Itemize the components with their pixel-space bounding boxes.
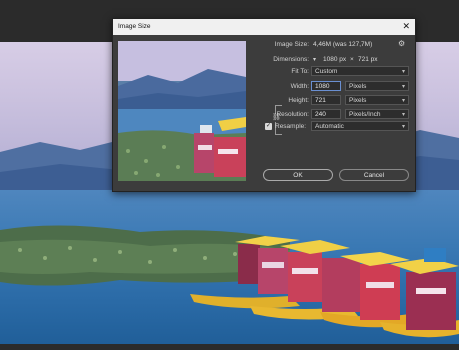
chevron-down-icon: ▾	[401, 124, 405, 130]
resolution-label: Resolution:	[276, 111, 309, 118]
width-input[interactable]: 1080	[311, 81, 341, 91]
chevron-down-icon: ▾	[401, 112, 405, 118]
width-unit-select[interactable]: Pixels ▾	[345, 81, 409, 91]
dimensions-height-value: 721 px	[358, 56, 378, 63]
height-input[interactable]: 721	[311, 95, 341, 105]
image-size-label: Image Size:	[274, 41, 309, 48]
fit-to-value: Custom	[315, 68, 338, 75]
resample-checkbox[interactable]: ✓	[265, 123, 272, 130]
dimensions-width-value: 1080 px	[323, 56, 347, 63]
width-label: Width:	[290, 83, 309, 90]
height-unit-select[interactable]: Pixels ▾	[345, 95, 409, 105]
dialog-title: Image Size	[118, 23, 151, 30]
image-size-value: 4,46M (was 127,7M)	[313, 41, 373, 48]
resample-value: Automatic	[315, 123, 344, 130]
gear-icon[interactable]: ⚙	[398, 39, 405, 48]
ok-button[interactable]: OK	[263, 169, 333, 181]
fit-to-select[interactable]: Custom ▾	[311, 66, 409, 76]
resample-label: Resample:	[275, 123, 307, 130]
cancel-button[interactable]: Cancel	[339, 169, 409, 181]
image-size-dialog: Image Size ✕ Image Size: 4,46M (was 127,…	[112, 18, 416, 192]
height-unit-value: Pixels	[349, 97, 367, 104]
chevron-down-icon: ▾	[401, 98, 405, 104]
dimensions-label: Dimensions:	[273, 56, 309, 63]
preview-image	[118, 41, 246, 181]
close-icon[interactable]: ✕	[402, 21, 410, 32]
height-label: Height:	[288, 97, 309, 104]
dimensions-dropdown-icon[interactable]: ▾	[313, 56, 316, 63]
resolution-unit-select[interactable]: Pixels/Inch ▾	[345, 109, 409, 119]
fit-to-label: Fit To:	[291, 68, 309, 75]
image-preview[interactable]	[118, 41, 246, 181]
chevron-down-icon: ▾	[401, 69, 405, 75]
chevron-down-icon: ▾	[401, 84, 405, 90]
canvas-bottom-strip	[0, 344, 459, 350]
photo-shikara-boats	[190, 236, 459, 338]
resample-select[interactable]: Automatic ▾	[311, 121, 409, 131]
dialog-titlebar[interactable]: Image Size ✕	[113, 19, 415, 35]
resolution-unit-value: Pixels/Inch	[349, 111, 381, 118]
resolution-input[interactable]: 240	[311, 109, 341, 119]
width-unit-value: Pixels	[349, 83, 367, 90]
dimensions-times: ×	[350, 56, 354, 63]
